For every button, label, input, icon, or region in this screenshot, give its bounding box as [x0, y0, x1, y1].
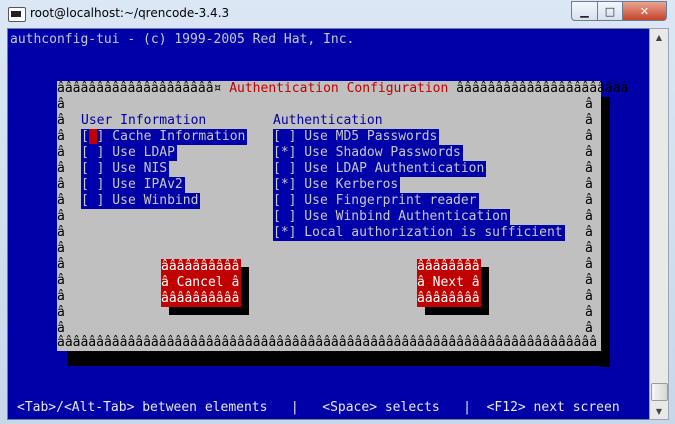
checkbox-label: Use NIS — [104, 161, 168, 176]
checkbox-use-nis[interactable]: [ ] Use NIS — [81, 161, 170, 177]
checkbox-use-winbind[interactable]: [ ] Use Winbind — [81, 193, 201, 209]
dialog-border-top-left: ââââââââââââââââââââ¤ — [57, 81, 230, 96]
dialog-border-bottom: ââââââââââââââââââââââââââââââââââââââââ… — [57, 335, 598, 350]
dialog-border-left: â â â â â â â â â â â â â â â — [57, 97, 65, 336]
checkbox-label: Use LDAP — [104, 145, 175, 160]
maximize-icon: □ — [604, 4, 616, 18]
vertical-scrollbar[interactable]: ▲ ▼ — [649, 28, 669, 420]
checkbox-box: [ ] — [273, 193, 297, 208]
checkbox-box: [ ] — [273, 161, 297, 176]
checkbox-label: Cache Information — [104, 129, 246, 144]
checkbox-box: [*] — [273, 225, 297, 240]
text-cursor — [88, 129, 97, 144]
close-icon: ✕ — [639, 4, 650, 18]
dialog-border-right: â â â â â â â â â â â â â â â — [585, 97, 593, 336]
dialog-title: Authentication Configuration — [229, 81, 449, 96]
checkbox-box: [ ] — [81, 177, 105, 192]
dialog-shadow — [601, 97, 610, 367]
checkbox-use-shadow-passwords[interactable]: [*] Use Shadow Passwords — [273, 145, 463, 161]
scroll-down-arrow-icon[interactable]: ▼ — [650, 403, 668, 419]
next-button[interactable]: ââââââââ â Next â ââââââââ — [417, 259, 481, 307]
maximize-button[interactable]: □ — [598, 1, 623, 21]
minimize-button[interactable]: ▁ — [571, 1, 598, 21]
user-info-heading: User Information — [81, 113, 207, 128]
checkbox-label: Use Shadow Passwords — [296, 145, 461, 160]
next-button-border-bottom: ââââââââ — [417, 291, 480, 306]
checkbox-label: Use IPAv2 — [104, 177, 183, 192]
checkbox-label: Local authorization is sufficient — [296, 225, 563, 240]
checkbox-box: [ ] — [273, 129, 297, 144]
checkbox-use-fingerprint-reader[interactable]: [ ] Use Fingerprint reader — [273, 193, 479, 209]
window-controls: ▁ □ ✕ — [571, 1, 667, 21]
checkbox-use-ldap[interactable]: [ ] Use LDAP — [81, 145, 177, 161]
checkbox-box: [ ] — [81, 193, 105, 208]
close-button[interactable]: ✕ — [623, 1, 667, 21]
title-bar[interactable]: root@localhost:~/qrencode-3.4.3 ▁ □ ✕ — [0, 0, 675, 28]
cancel-button-border-top: ââââââââââ — [161, 259, 240, 274]
terminal-area[interactable]: authconfig-tui - (c) 1999-2005 Red Hat, … — [7, 28, 650, 420]
scroll-up-arrow-icon[interactable]: ▲ — [650, 29, 668, 45]
scrollbar-thumb[interactable] — [651, 383, 668, 401]
cancel-button-label: â Cancel â — [161, 275, 240, 290]
checkbox-label: Use Winbind Authentication — [296, 209, 508, 224]
checkbox-box: [ ] — [81, 145, 105, 160]
checkbox-use-md5-passwords[interactable]: [ ] Use MD5 Passwords — [273, 129, 440, 145]
status-help-line: <Tab>/<Alt-Tab> between elements | <Spac… — [17, 400, 620, 415]
checkbox-label: Use Winbind — [104, 193, 199, 208]
checkbox-use-kerberos[interactable]: [*] Use Kerberos — [273, 177, 401, 193]
minimize-icon: ▁ — [580, 4, 589, 18]
app-header: authconfig-tui - (c) 1999-2005 Red Hat, … — [10, 32, 355, 47]
auth-config-dialog: ââââââââââââââââââââ¤ Authentication Con… — [57, 81, 628, 351]
auth-heading: Authentication — [273, 113, 383, 128]
dialog-title-bar: ââââââââââââââââââââ¤ Authentication Con… — [57, 81, 628, 97]
window-title: root@localhost:~/qrencode-3.4.3 — [30, 6, 230, 20]
cancel-button-border-bottom: ââââââââââ — [161, 291, 240, 306]
terminal-window: root@localhost:~/qrencode-3.4.3 ▁ □ ✕ au… — [0, 0, 675, 424]
dialog-border-top-right: ââââââââââââââââââââââ — [448, 81, 629, 96]
checkbox-box: [ ] — [273, 209, 297, 224]
checkbox-box: [ ] — [81, 161, 105, 176]
checkbox-label: Use Kerberos — [296, 177, 399, 192]
putty-icon[interactable] — [8, 7, 26, 22]
checkbox-local-authorization-sufficient[interactable]: [*] Local authorization is sufficient — [273, 225, 565, 241]
checkbox-label: Use LDAP Authentication — [296, 161, 485, 176]
next-button-border-top: ââââââââ — [417, 259, 480, 274]
next-button-label: â Next â — [417, 275, 480, 290]
checkbox-box: [ ] — [81, 129, 105, 144]
checkbox-use-winbind-authentication[interactable]: [ ] Use Winbind Authentication — [273, 209, 510, 225]
dialog-shadow-bottom — [67, 351, 610, 366]
checkbox-label: Use MD5 Passwords — [296, 129, 438, 144]
checkbox-box: [*] — [273, 177, 297, 192]
cancel-button[interactable]: ââââââââââ â Cancel â ââââââââââ — [161, 259, 241, 307]
checkbox-box: [*] — [273, 145, 297, 160]
checkbox-label: Use Fingerprint reader — [296, 193, 477, 208]
checkbox-use-ldap-authentication[interactable]: [ ] Use LDAP Authentication — [273, 161, 487, 177]
checkbox-cache-information[interactable]: [ ] Cache Information — [81, 129, 248, 145]
checkbox-use-ipav2[interactable]: [ ] Use IPAv2 — [81, 177, 185, 193]
